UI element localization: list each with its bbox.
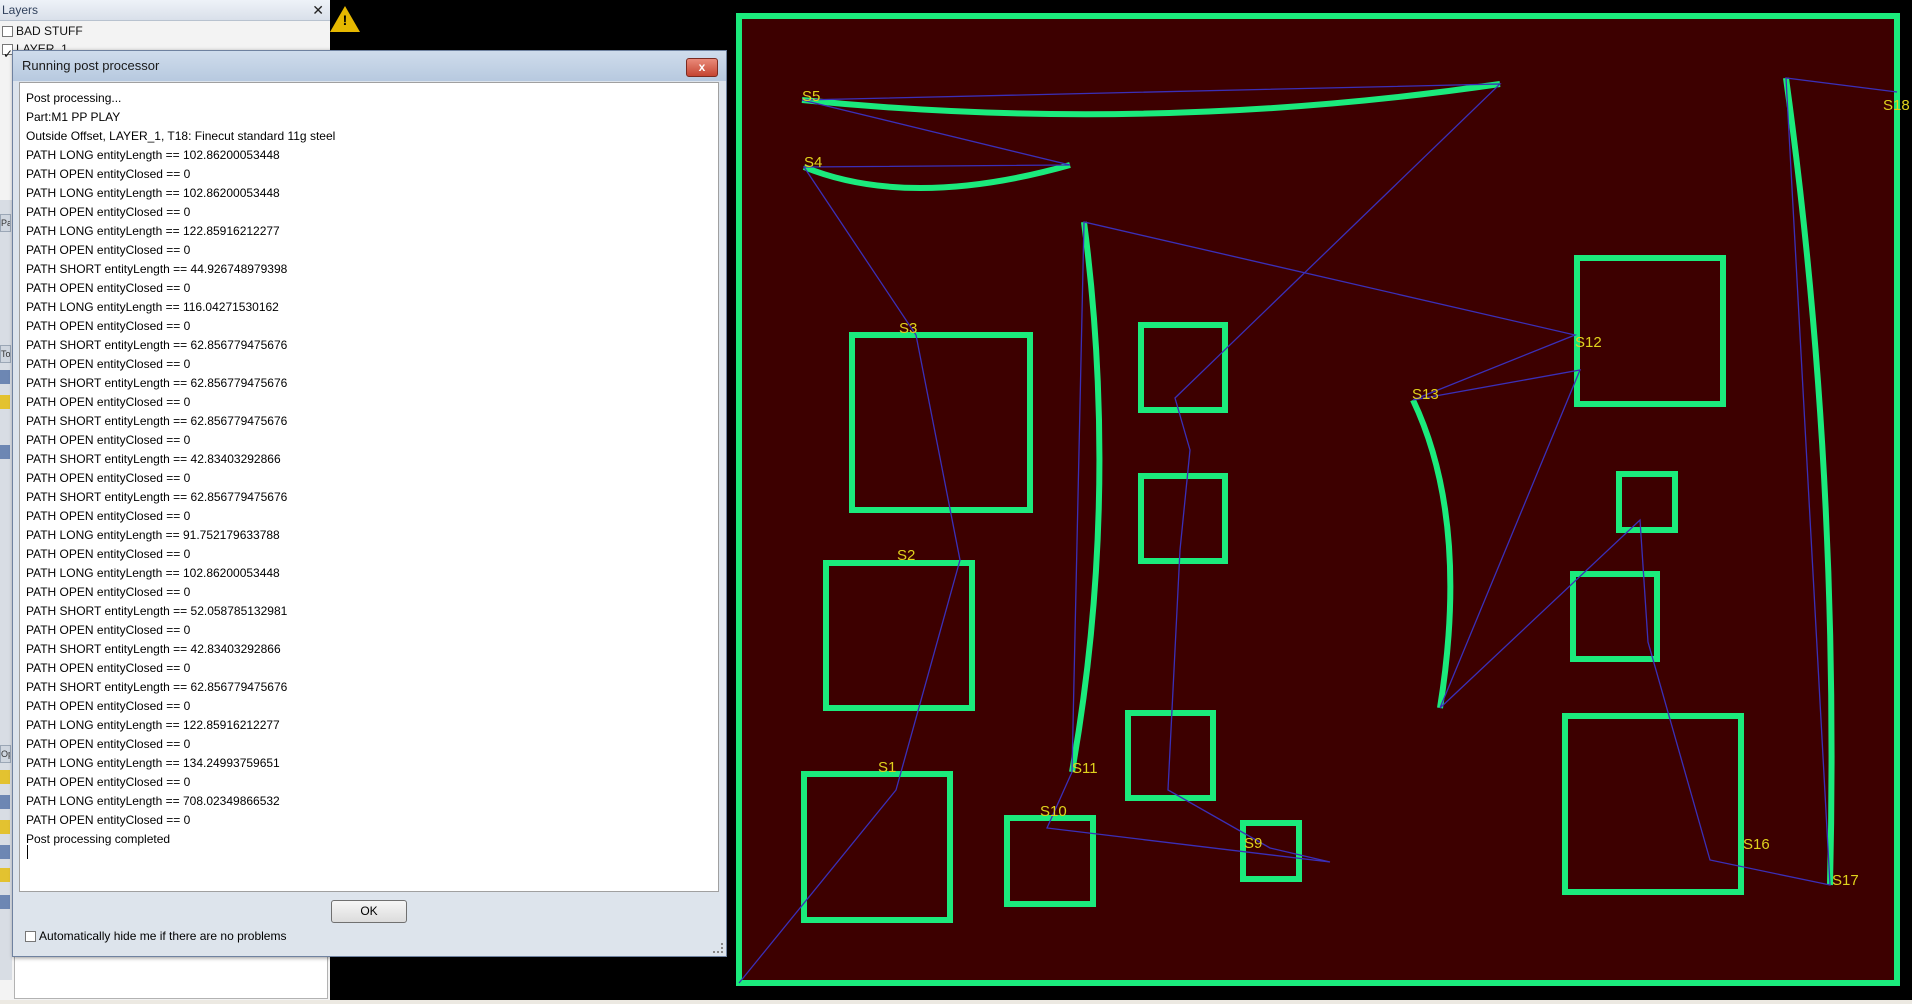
tool-icon[interactable] (0, 845, 10, 859)
log-line: Post processing completed (26, 832, 171, 846)
part-label: S13 (1412, 386, 1439, 403)
tool-icon[interactable] (0, 868, 10, 882)
layer-visibility-checkbox[interactable] (2, 26, 13, 38)
ok-button[interactable]: OK (331, 900, 407, 923)
log-output[interactable]: Post processing... Part:M1 PP PLAY Outside… (19, 82, 719, 892)
log-line: PATH SHORT entityLength == 44.9267489793… (26, 262, 288, 276)
part-label: S12 (1575, 334, 1602, 351)
log-line: PATH OPEN entityClosed == 0 (26, 205, 191, 219)
log-line: PATH LONG entityLength == 122.8591621227… (26, 718, 280, 732)
auto-hide-option[interactable]: Automatically hide me if there are no pr… (23, 927, 286, 945)
log-line: PATH OPEN entityClosed == 0 (26, 395, 191, 409)
layers-panel-title: Layers (2, 3, 39, 17)
log-line: Post processing... (26, 91, 122, 105)
log-line: PATH LONG entityLength == 102.8620005344… (26, 186, 280, 200)
log-line: PATH OPEN entityClosed == 0 (26, 167, 191, 181)
part-label: S3 (899, 320, 917, 337)
log-line: PATH OPEN entityClosed == 0 (26, 813, 191, 827)
log-line: PATH OPEN entityClosed == 0 (26, 737, 191, 751)
lower-panel (14, 955, 328, 999)
close-icon[interactable]: ✕ (312, 0, 324, 20)
dialog-title: Running post processor (22, 58, 160, 73)
log-line: PATH LONG entityLength == 134.2499375965… (26, 756, 280, 770)
log-line: PATH SHORT entityLength == 62.8567794756… (26, 338, 288, 352)
side-tab-parts[interactable]: Par (0, 214, 11, 232)
log-line: PATH SHORT entityLength == 62.8567794756… (26, 414, 288, 428)
log-line: PATH OPEN entityClosed == 0 (26, 661, 191, 675)
log-line: PATH SHORT entityLength == 62.8567794756… (26, 490, 288, 504)
log-line: PATH OPEN entityClosed == 0 (26, 585, 191, 599)
log-line: PATH OPEN entityClosed == 0 (26, 775, 191, 789)
layer-item-label: BAD STUFF (16, 24, 83, 38)
sheet-area (739, 16, 1897, 983)
part-label: S2 (897, 547, 915, 564)
side-tab-operations[interactable]: Op (0, 745, 11, 763)
dialog-titlebar[interactable]: Running post processor x (13, 51, 726, 81)
side-toolbar-strip: Par Too Op (0, 200, 12, 980)
tool-icon[interactable] (0, 770, 10, 784)
log-line: PATH OPEN entityClosed == 0 (26, 433, 191, 447)
tool-icon[interactable] (0, 820, 10, 834)
part-label: S9 (1244, 835, 1262, 852)
close-icon[interactable]: x (686, 58, 718, 77)
log-line: PATH LONG entityLength == 708.0234986653… (26, 794, 280, 808)
log-line: PATH OPEN entityClosed == 0 (26, 243, 191, 257)
auto-hide-label: Automatically hide me if there are no pr… (39, 929, 287, 943)
log-line: PATH SHORT entityLength == 52.0587851329… (26, 604, 288, 618)
log-line: Part:M1 PP PLAY (26, 110, 121, 124)
log-line: PATH LONG entityLength == 102.8620005344… (26, 148, 280, 162)
part-label: S18 (1883, 97, 1910, 114)
log-line: PATH LONG entityLength == 102.8620005344… (26, 566, 280, 580)
tool-icon[interactable] (0, 395, 10, 409)
tool-icon[interactable] (0, 795, 10, 809)
side-tab-tools[interactable]: Too (0, 345, 11, 363)
tool-icon[interactable] (0, 370, 10, 384)
log-line: PATH OPEN entityClosed == 0 (26, 699, 191, 713)
grid-icon[interactable] (0, 445, 10, 459)
log-line: PATH OPEN entityClosed == 0 (26, 547, 191, 561)
text-caret (27, 845, 28, 859)
log-line: PATH LONG entityLength == 91.75217963378… (26, 528, 280, 542)
post-processor-dialog: Running post processor x Post processing… (12, 50, 727, 957)
log-line: PATH SHORT entityLength == 42.8340329286… (26, 642, 281, 656)
log-line: PATH OPEN entityClosed == 0 (26, 281, 191, 295)
layer-item-bad-stuff[interactable]: BAD STUFF (0, 22, 326, 40)
part-label: S10 (1040, 803, 1067, 820)
part-label: S11 (1072, 760, 1098, 777)
log-line: PATH SHORT entityLength == 62.8567794756… (26, 680, 288, 694)
part-label: S4 (804, 154, 822, 171)
log-line: PATH SHORT entityLength == 42.8340329286… (26, 452, 281, 466)
log-line: PATH OPEN entityClosed == 0 (26, 471, 191, 485)
log-line: PATH OPEN entityClosed == 0 (26, 319, 191, 333)
log-line: PATH LONG entityLength == 116.0427153016… (26, 300, 279, 314)
warning-icon-mark: ! (342, 12, 348, 28)
part-label: S1 (878, 759, 896, 776)
grid-icon[interactable] (0, 895, 10, 909)
part-label: S17 (1832, 872, 1859, 889)
log-line: PATH OPEN entityClosed == 0 (26, 357, 191, 371)
log-line: Outside Offset, LAYER_1, T18: Finecut st… (26, 129, 336, 143)
log-line: PATH LONG entityLength == 122.8591621227… (26, 224, 280, 238)
log-line: PATH OPEN entityClosed == 0 (26, 623, 191, 637)
resize-grip[interactable] (713, 943, 723, 953)
part-label: S16 (1743, 836, 1770, 853)
layers-panel-header: Layers ✕ (0, 0, 330, 21)
part-label: S5 (802, 88, 820, 105)
log-line: PATH OPEN entityClosed == 0 (26, 509, 191, 523)
auto-hide-checkbox[interactable] (25, 931, 36, 943)
log-line: PATH SHORT entityLength == 62.8567794756… (26, 376, 288, 390)
